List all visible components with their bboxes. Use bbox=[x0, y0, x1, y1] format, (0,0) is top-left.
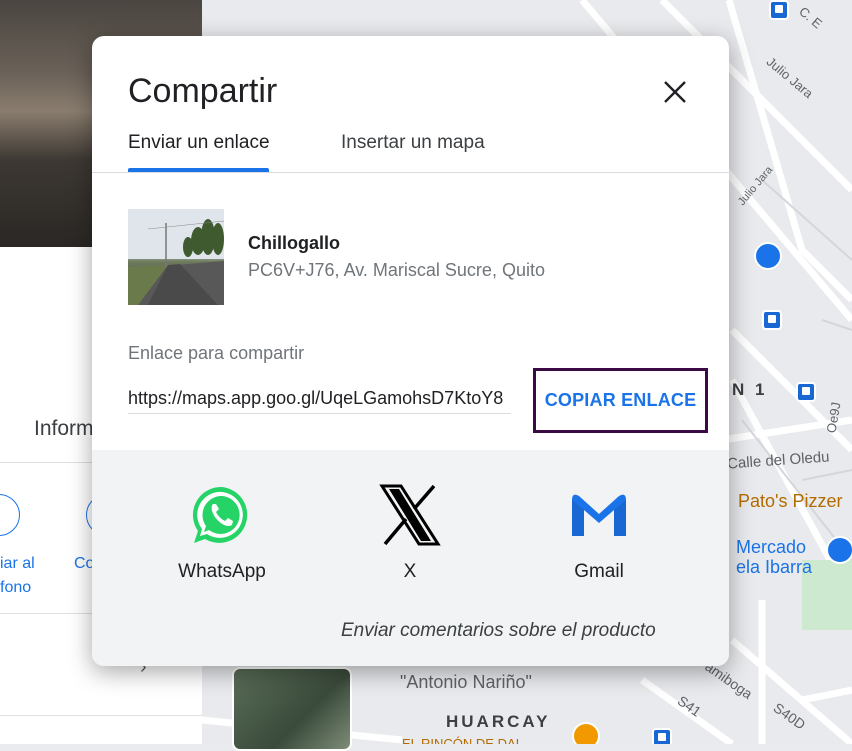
share-link-field[interactable] bbox=[128, 383, 511, 414]
map-label: EL RINCÓN DE DAI bbox=[402, 736, 520, 744]
send-to-phone-label-1: iar al bbox=[0, 555, 35, 572]
send-to-phone-button[interactable] bbox=[0, 494, 20, 536]
street-photo bbox=[128, 209, 224, 305]
place-address: PC6V+J76, Av. Mariscal Sucre, Quito bbox=[248, 260, 545, 280]
share-link-label: Enlace para compartir bbox=[128, 343, 305, 363]
copy-link-button[interactable]: COPIAR ENLACE bbox=[533, 368, 708, 433]
close-button[interactable] bbox=[655, 72, 695, 112]
close-icon bbox=[664, 81, 686, 103]
map-label: "Antonio Nariño" bbox=[400, 672, 532, 692]
restaurant-icon[interactable] bbox=[572, 722, 600, 744]
shopping-cart-icon[interactable] bbox=[826, 536, 852, 564]
share-whatsapp-button[interactable]: WhatsApp bbox=[152, 484, 292, 583]
tab-send-link[interactable]: Enviar un enlace bbox=[128, 132, 270, 154]
gmail-label: Gmail bbox=[574, 561, 624, 582]
bus-stop-icon[interactable] bbox=[652, 728, 672, 744]
bus-stop-icon[interactable] bbox=[769, 0, 789, 20]
whatsapp-icon bbox=[192, 486, 248, 543]
bus-stop-icon[interactable] bbox=[796, 382, 816, 402]
tab-divider bbox=[92, 172, 729, 173]
map-label: HUARCAY bbox=[446, 712, 551, 731]
share-dialog: Compartir Enviar un enlace Insertar un m… bbox=[92, 36, 729, 666]
send-to-phone-label-2: fono bbox=[0, 579, 32, 596]
dialog-title: Compartir bbox=[128, 72, 278, 110]
gmail-icon bbox=[572, 494, 626, 536]
side-panel-section-title: Inform bbox=[34, 417, 94, 440]
map-label: Mercado bbox=[736, 537, 807, 557]
x-logo-icon bbox=[379, 484, 441, 546]
tab-embed-map[interactable]: Insertar un mapa bbox=[341, 132, 485, 154]
bus-stop-icon[interactable] bbox=[762, 310, 782, 330]
map-thumbnail-card[interactable] bbox=[232, 667, 352, 751]
divider bbox=[0, 715, 202, 716]
map-label: N 1 bbox=[732, 380, 768, 399]
share-x-button[interactable]: X bbox=[340, 484, 480, 583]
map-label: Pato's Pizzer bbox=[738, 491, 843, 511]
whatsapp-label: WhatsApp bbox=[178, 561, 266, 582]
share-gmail-button[interactable]: Gmail bbox=[529, 484, 669, 583]
send-feedback-link[interactable]: Enviar comentarios sobre el producto bbox=[341, 620, 656, 642]
home-poi-icon[interactable] bbox=[754, 242, 782, 270]
place-thumbnail bbox=[128, 209, 224, 305]
share-targets-panel: WhatsApp X Gmail Enviar comentarios sobr… bbox=[92, 450, 729, 666]
place-name: Chillogallo bbox=[248, 233, 340, 253]
map-label: ela Ibarra bbox=[736, 557, 813, 577]
x-label: X bbox=[403, 561, 417, 582]
